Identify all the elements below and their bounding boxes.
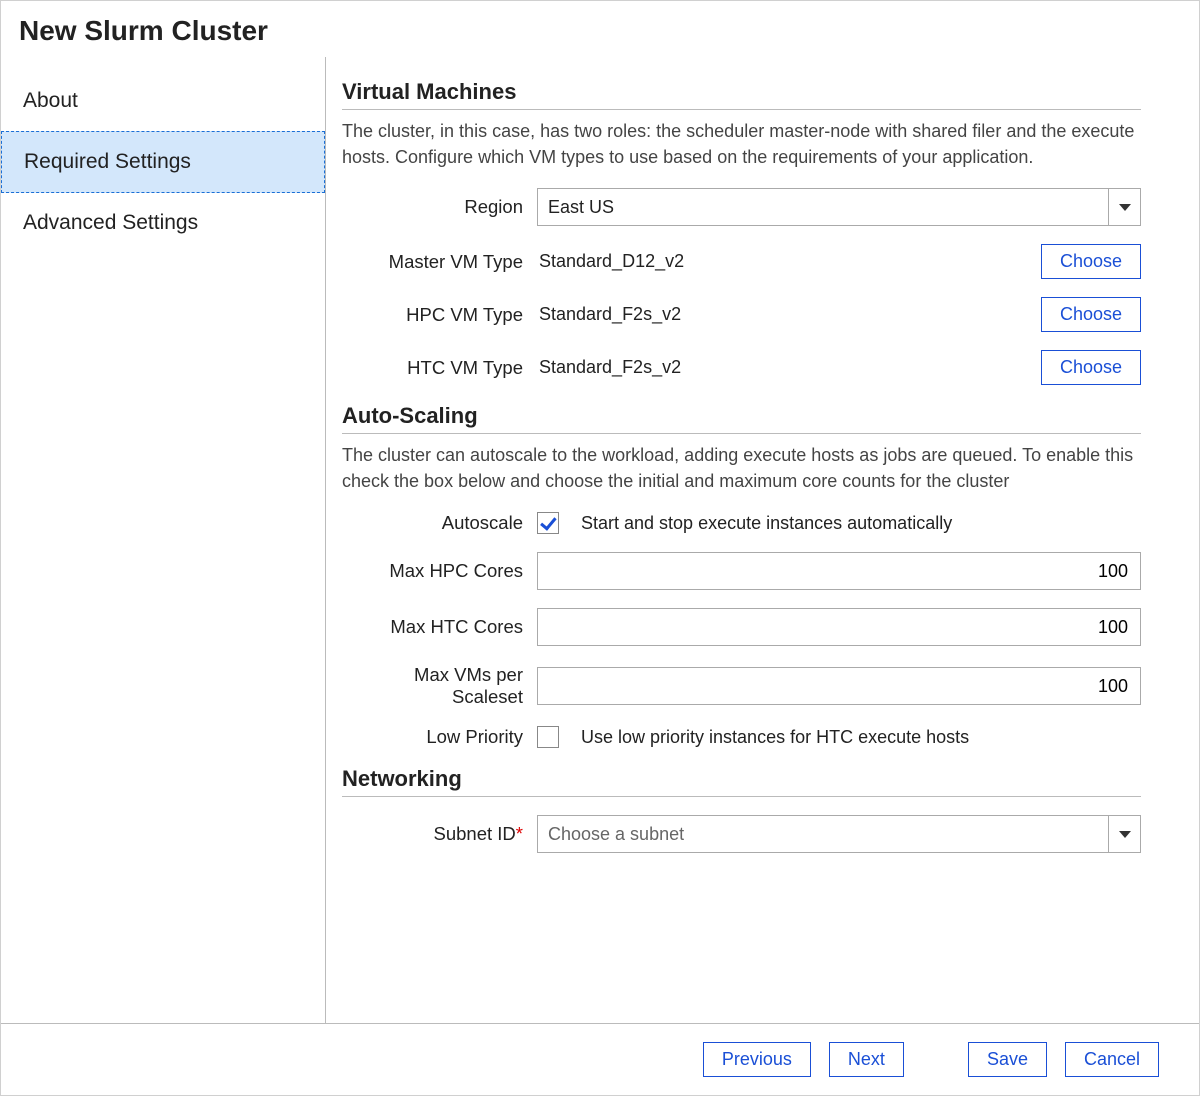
- section-desc-vm: The cluster, in this case, has two roles…: [342, 118, 1141, 170]
- label-hpc-vm: HPC VM Type: [342, 304, 537, 326]
- max-hpc-input[interactable]: [537, 552, 1141, 590]
- divider: [342, 433, 1141, 434]
- spacer: [922, 1042, 950, 1077]
- label-max-htc: Max HTC Cores: [342, 616, 537, 638]
- dialog-title: New Slurm Cluster: [1, 1, 1199, 57]
- low-priority-check-label: Use low priority instances for HTC execu…: [581, 727, 969, 748]
- label-htc-vm: HTC VM Type: [342, 357, 537, 379]
- region-select-value: East US: [538, 189, 1108, 225]
- row-max-vms: Max VMs per Scaleset: [342, 664, 1141, 708]
- label-region: Region: [342, 196, 537, 218]
- autoscale-checkbox[interactable]: [537, 512, 559, 534]
- subnet-select-caret[interactable]: [1108, 816, 1140, 852]
- dialog-footer: Previous Next Save Cancel: [1, 1023, 1199, 1095]
- sidebar: About Required Settings Advanced Setting…: [1, 57, 326, 1023]
- autoscale-check-label: Start and stop execute instances automat…: [581, 513, 952, 534]
- subnet-select[interactable]: Choose a subnet: [537, 815, 1141, 853]
- section-title-autoscale: Auto-Scaling: [342, 403, 1141, 429]
- label-subnet: Subnet ID*: [342, 823, 537, 845]
- tab-about[interactable]: About: [1, 71, 325, 131]
- row-hpc-vm: HPC VM Type Standard_F2s_v2 Choose: [342, 297, 1141, 332]
- row-subnet: Subnet ID* Choose a subnet: [342, 815, 1141, 853]
- section-title-networking: Networking: [342, 766, 1141, 792]
- row-max-hpc: Max HPC Cores: [342, 552, 1141, 590]
- choose-master-vm-button[interactable]: Choose: [1041, 244, 1141, 279]
- region-select-caret[interactable]: [1108, 189, 1140, 225]
- label-max-vms: Max VMs per Scaleset: [342, 664, 537, 708]
- tab-required-settings[interactable]: Required Settings: [1, 131, 325, 193]
- max-htc-input[interactable]: [537, 608, 1141, 646]
- low-priority-checkbox[interactable]: [537, 726, 559, 748]
- row-region: Region East US: [342, 188, 1141, 226]
- required-asterisk: *: [516, 823, 523, 844]
- htc-vm-value: Standard_F2s_v2: [537, 357, 1029, 378]
- section-desc-autoscale: The cluster can autoscale to the workloa…: [342, 442, 1141, 494]
- master-vm-value: Standard_D12_v2: [537, 251, 1029, 272]
- max-vms-input[interactable]: [537, 667, 1141, 705]
- section-title-vm: Virtual Machines: [342, 79, 1141, 105]
- previous-button[interactable]: Previous: [703, 1042, 811, 1077]
- subnet-select-placeholder: Choose a subnet: [538, 816, 1108, 852]
- row-low-priority: Low Priority Use low priority instances …: [342, 726, 1141, 748]
- row-max-htc: Max HTC Cores: [342, 608, 1141, 646]
- row-autoscale: Autoscale Start and stop execute instanc…: [342, 512, 1141, 534]
- chevron-down-icon: [1119, 204, 1131, 211]
- chevron-down-icon: [1119, 831, 1131, 838]
- divider: [342, 109, 1141, 110]
- content-pane: Virtual Machines The cluster, in this ca…: [326, 57, 1199, 1023]
- region-select[interactable]: East US: [537, 188, 1141, 226]
- divider: [342, 796, 1141, 797]
- label-autoscale: Autoscale: [342, 512, 537, 534]
- row-master-vm: Master VM Type Standard_D12_v2 Choose: [342, 244, 1141, 279]
- choose-hpc-vm-button[interactable]: Choose: [1041, 297, 1141, 332]
- label-low-priority: Low Priority: [342, 726, 537, 748]
- next-button[interactable]: Next: [829, 1042, 904, 1077]
- dialog-body: About Required Settings Advanced Setting…: [1, 57, 1199, 1023]
- choose-htc-vm-button[interactable]: Choose: [1041, 350, 1141, 385]
- row-htc-vm: HTC VM Type Standard_F2s_v2 Choose: [342, 350, 1141, 385]
- label-master-vm: Master VM Type: [342, 251, 537, 273]
- tab-advanced-settings[interactable]: Advanced Settings: [1, 193, 325, 253]
- hpc-vm-value: Standard_F2s_v2: [537, 304, 1029, 325]
- dialog-window: New Slurm Cluster About Required Setting…: [0, 0, 1200, 1096]
- save-button[interactable]: Save: [968, 1042, 1047, 1077]
- label-max-hpc: Max HPC Cores: [342, 560, 537, 582]
- cancel-button[interactable]: Cancel: [1065, 1042, 1159, 1077]
- label-subnet-text: Subnet ID: [434, 823, 516, 844]
